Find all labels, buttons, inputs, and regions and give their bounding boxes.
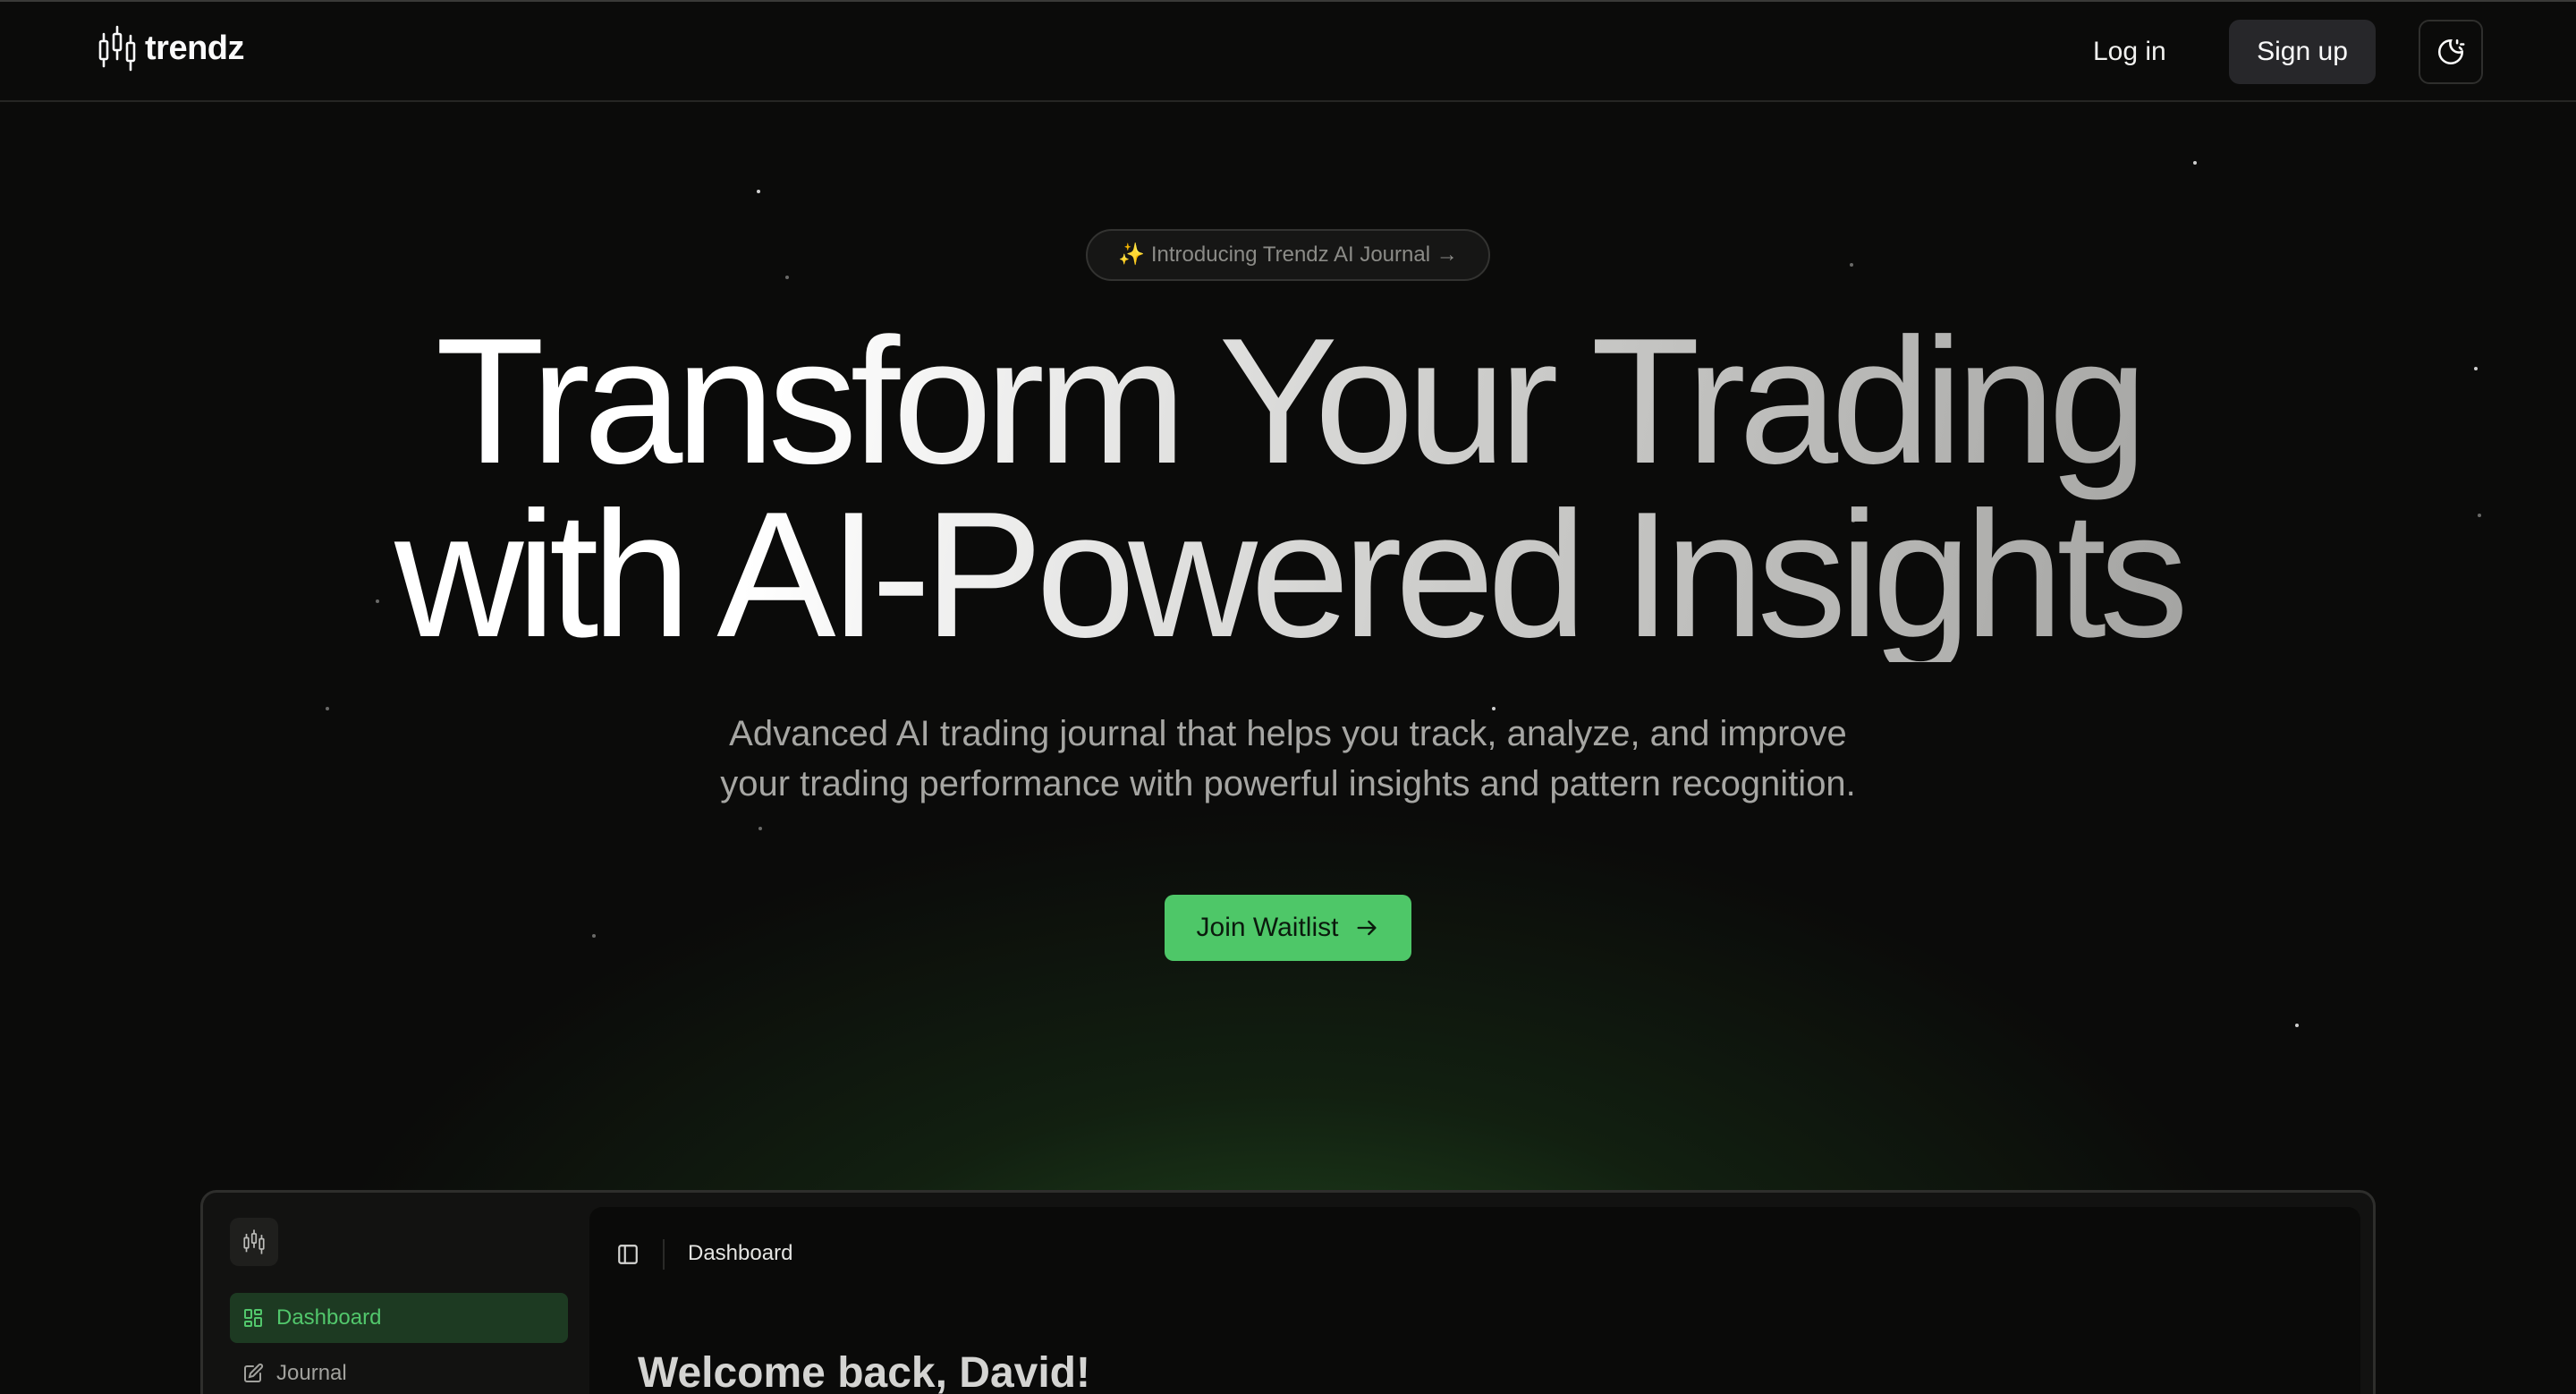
headline-line-1: Transform Your Trading <box>435 302 2141 501</box>
candlestick-logo-icon <box>243 1229 265 1254</box>
hero-subtitle: Advanced AI trading journal that helps y… <box>0 709 2576 809</box>
star <box>592 934 596 938</box>
star <box>758 827 762 830</box>
sidebar-item-label: Journal <box>276 1361 347 1385</box>
join-waitlist-button[interactable]: Join Waitlist <box>1165 895 1411 961</box>
arrow-right-icon <box>1357 920 1377 936</box>
star <box>2193 161 2197 165</box>
brand-name: trendz <box>145 29 245 67</box>
brand-logo[interactable]: trendz <box>97 25 245 72</box>
sidebar-item-dashboard[interactable]: Dashboard <box>230 1293 568 1343</box>
moon-sun-icon <box>2437 38 2465 65</box>
signup-button[interactable]: Sign up <box>2229 20 2376 84</box>
welcome-heading: Welcome back, David! <box>638 1349 1090 1394</box>
join-waitlist-label: Join Waitlist <box>1196 913 1339 942</box>
sidebar-item-label: Dashboard <box>276 1305 382 1330</box>
announcement-badge[interactable]: ✨ Introducing Trendz AI Journal → <box>1086 229 1490 281</box>
sidebar-item-journal[interactable]: Journal <box>230 1348 568 1394</box>
hero-headline: Transform Your Trading with AI-Powered I… <box>0 315 2576 662</box>
dashboard-preview: Dashboard Journal Dashboard Welcome back… <box>200 1190 2376 1394</box>
landing-page: trendz Log in Sign up ✨ Introducing Tren… <box>0 0 2576 1394</box>
candlestick-logo-icon <box>98 25 136 72</box>
breadcrumb[interactable]: Dashboard <box>688 1241 792 1266</box>
star <box>1850 263 1853 267</box>
preview-main-panel: Dashboard Welcome back, David! <box>589 1207 2360 1394</box>
breadcrumb-separator <box>663 1239 665 1270</box>
grid-icon <box>244 1309 262 1327</box>
subtitle-line-2: your trading performance with powerful i… <box>720 764 1856 803</box>
sidebar-toggle-icon[interactable] <box>616 1243 640 1266</box>
top-navbar: trendz Log in Sign up <box>0 2 2576 102</box>
preview-logo <box>230 1218 278 1266</box>
subtitle-line-1: Advanced AI trading journal that helps y… <box>729 714 1847 753</box>
star <box>757 190 760 193</box>
headline-line-2: with AI-Powered Insights <box>394 475 2182 675</box>
star <box>2295 1024 2299 1027</box>
star <box>785 276 789 279</box>
edit-icon <box>244 1363 264 1382</box>
theme-toggle-button[interactable] <box>2419 20 2483 84</box>
login-link[interactable]: Log in <box>2093 32 2166 72</box>
